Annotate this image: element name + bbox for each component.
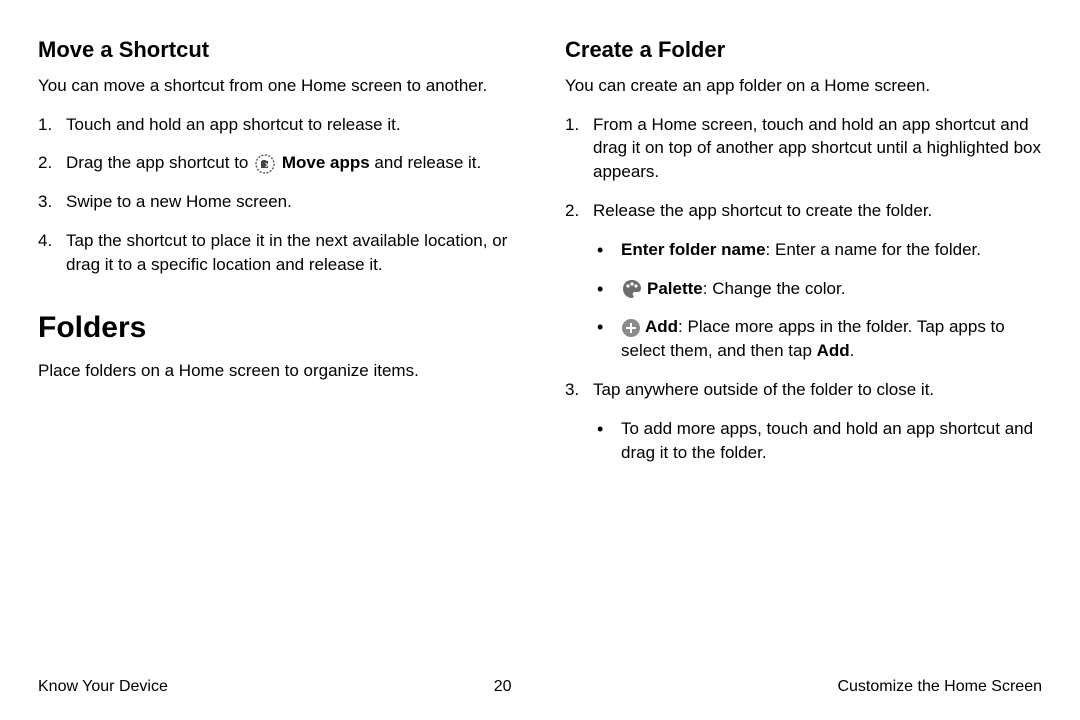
footer-left: Know Your Device: [38, 676, 168, 698]
palette-icon: [621, 278, 643, 300]
create-folder-intro: You can create an app folder on a Home s…: [565, 74, 1042, 98]
right-column: Create a Folder You can create an app fo…: [565, 35, 1042, 479]
create-folder-steps: From a Home screen, touch and hold an ap…: [565, 113, 1042, 465]
move-step-4: Tap the shortcut to place it in the next…: [38, 229, 515, 277]
bullet-add-more-apps: To add more apps, touch and hold an app …: [593, 417, 1042, 465]
plus-icon: [621, 318, 641, 338]
move-step-1: Touch and hold an app shortcut to releas…: [38, 113, 515, 137]
create-folder-heading: Create a Folder: [565, 35, 1042, 66]
folders-heading: Folders: [38, 307, 515, 349]
move-shortcut-intro: You can move a shortcut from one Home sc…: [38, 74, 515, 98]
bullet-palette: Palette: Change the color.: [593, 277, 1042, 301]
create-step-3: Tap anywhere outside of the folder to cl…: [565, 378, 1042, 464]
folders-intro: Place folders on a Home screen to organi…: [38, 359, 515, 383]
footer-right: Customize the Home Screen: [837, 676, 1042, 698]
create-step-3-bullets: To add more apps, touch and hold an app …: [593, 417, 1042, 465]
footer-page-number: 20: [494, 676, 512, 698]
create-step-2-bullets: Enter folder name: Enter a name for the …: [593, 238, 1042, 363]
move-shortcut-heading: Move a Shortcut: [38, 35, 515, 66]
bullet-enter-name: Enter folder name: Enter a name for the …: [593, 238, 1042, 262]
move-apps-icon: [255, 154, 275, 174]
left-column: Move a Shortcut You can move a shortcut …: [38, 35, 515, 479]
create-step-1: From a Home screen, touch and hold an ap…: [565, 113, 1042, 184]
page-footer: Know Your Device 20 Customize the Home S…: [38, 676, 1042, 698]
bullet-add: Add: Place more apps in the folder. Tap …: [593, 315, 1042, 363]
move-step-3: Swipe to a new Home screen.: [38, 190, 515, 214]
move-step-2: Drag the app shortcut to Move apps and r…: [38, 151, 515, 175]
create-step-2: Release the app shortcut to create the f…: [565, 199, 1042, 363]
move-shortcut-steps: Touch and hold an app shortcut to releas…: [38, 113, 515, 277]
